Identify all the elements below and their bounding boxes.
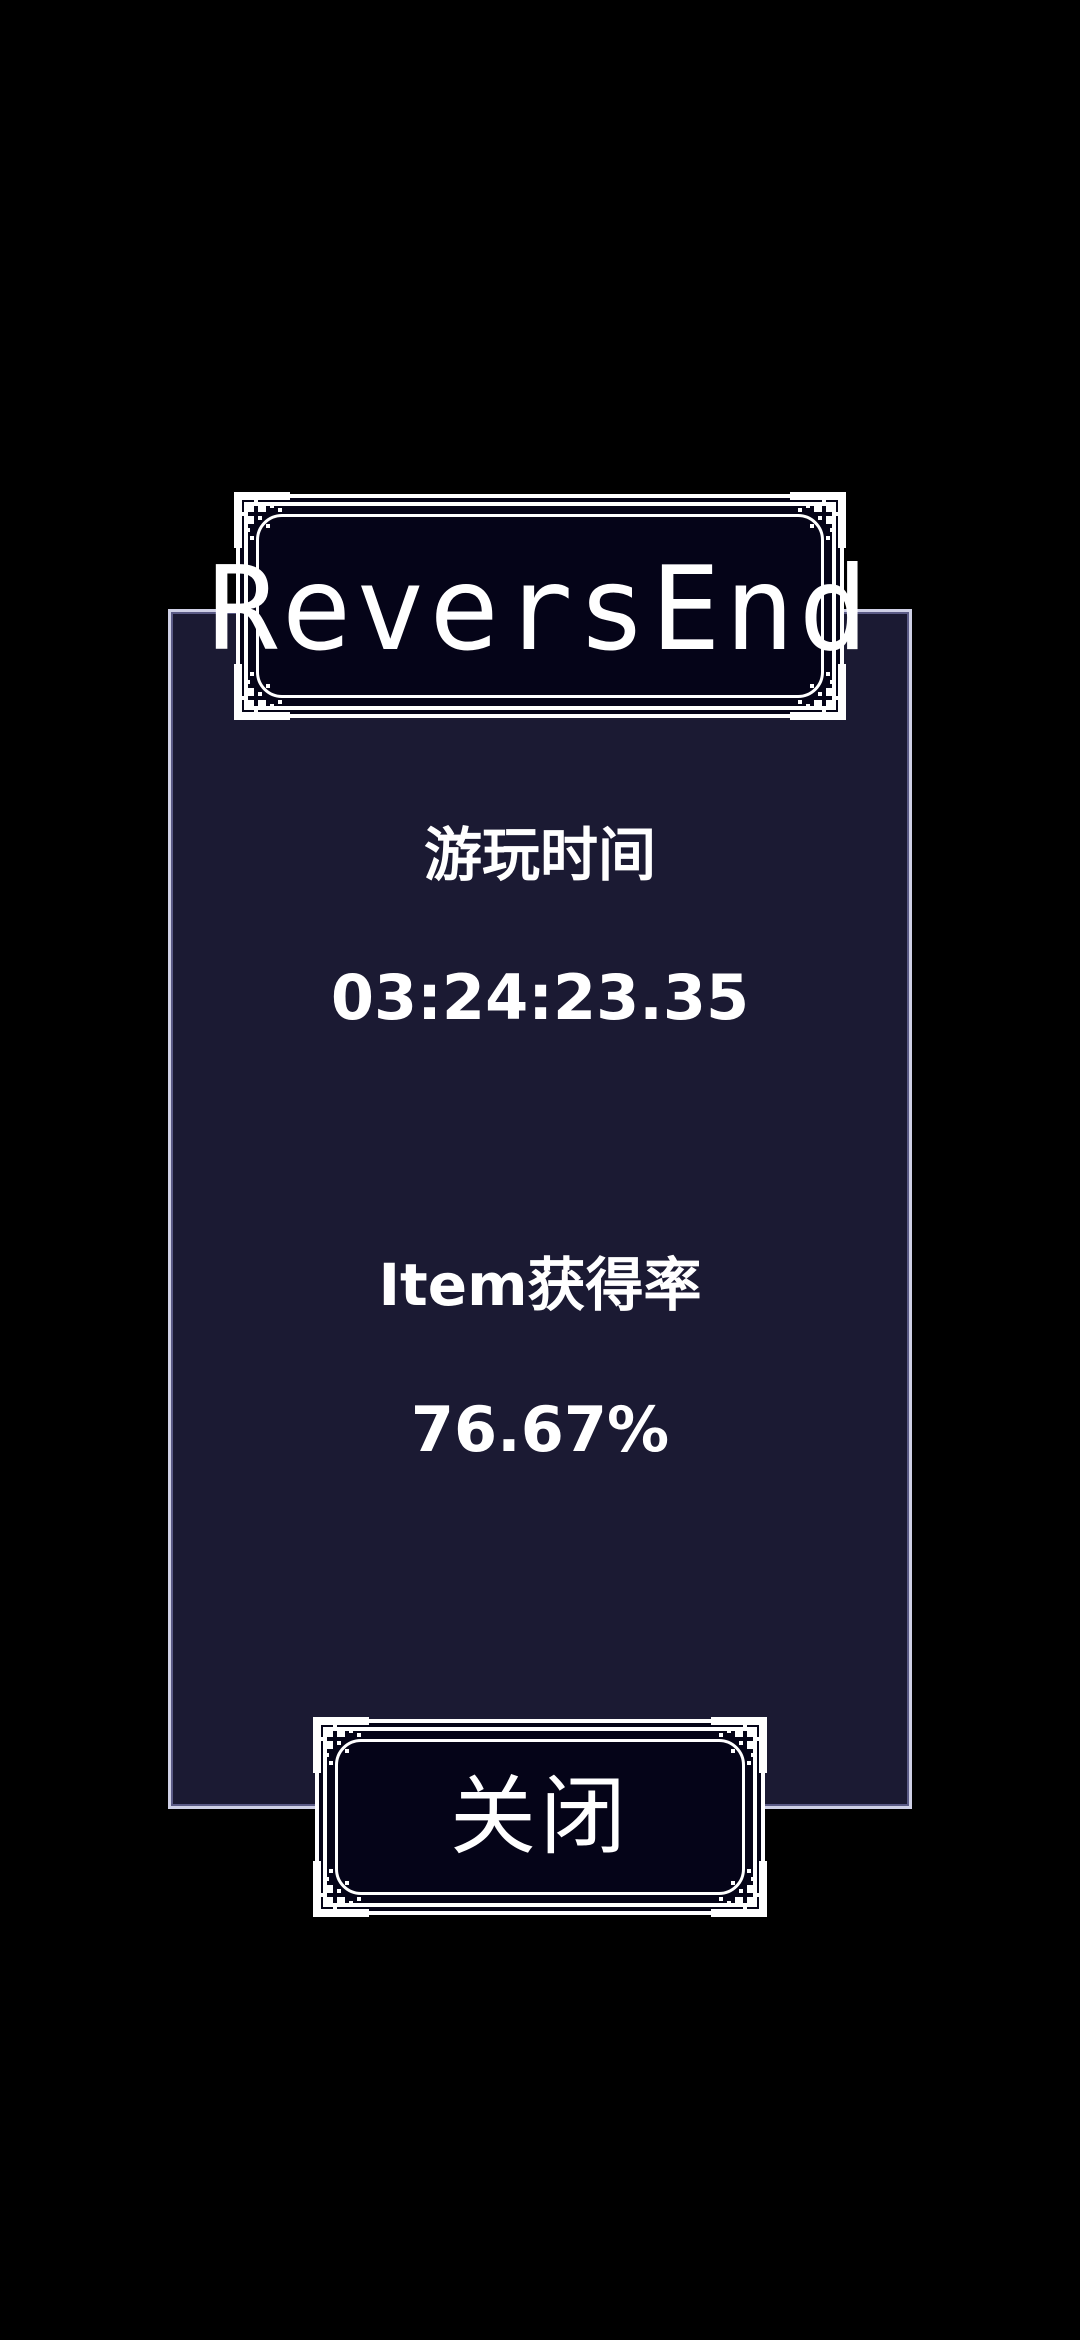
close-button-label: 关闭 [450,1767,630,1867]
close-button[interactable]: 关闭 [313,1717,767,1917]
item-rate-value: 76.67% [410,1393,670,1466]
ornament-corner-icon [313,1861,369,1917]
play-time-label: 游玩时间 [423,821,656,889]
play-time-value: 03:24:23.35 [330,961,750,1034]
ornament-corner-icon [790,492,846,548]
ornament-corner-icon [711,1861,767,1917]
stats-panel [168,609,912,1809]
item-rate-label: Item获得率 [378,1251,702,1319]
game-title: ReversEnd [207,542,873,677]
title-banner: ReversEnd [208,492,868,720]
ornament-corner-icon [234,492,290,548]
